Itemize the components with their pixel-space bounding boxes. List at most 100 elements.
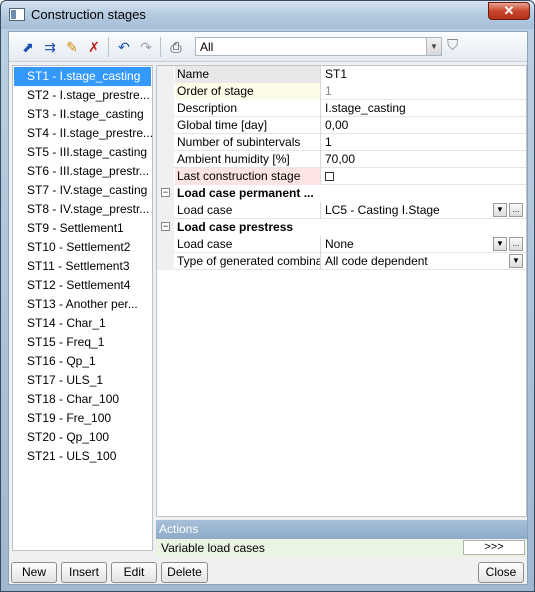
prop-value-subintervals[interactable]: 1 bbox=[322, 134, 526, 151]
row-gutter bbox=[157, 66, 174, 83]
construction-stages-window: Construction stages ✕ ⬈ ⇉ ✎ ✗ ↶ ↷ ⎙ All … bbox=[0, 0, 535, 592]
prop-label: Name bbox=[175, 66, 321, 83]
chevron-down-icon[interactable]: ▼ bbox=[426, 38, 441, 55]
stage-list-item[interactable]: ST16 - Qp_1 bbox=[13, 352, 152, 371]
ellipsis-button[interactable]: ... bbox=[509, 237, 523, 251]
stage-list-item[interactable]: ST3 - II.stage_casting bbox=[13, 105, 152, 124]
last-stage-checkbox[interactable] bbox=[325, 172, 334, 182]
prop-value-combination-type[interactable]: All code dependent ▼ bbox=[322, 253, 526, 270]
prop-label: Last construction stage bbox=[175, 168, 321, 185]
stage-list[interactable]: ST1 - I.stage_casting ST2 - I.stage_prest… bbox=[12, 65, 153, 551]
title-bar: Construction stages ✕ bbox=[1, 1, 534, 29]
row-gutter bbox=[157, 168, 174, 185]
category-value bbox=[322, 185, 526, 202]
close-button[interactable]: Close bbox=[478, 562, 524, 583]
chevron-down-icon[interactable]: ▼ bbox=[509, 254, 523, 268]
prop-label: Ambient humidity [%] bbox=[175, 151, 321, 168]
prop-label: Description bbox=[175, 100, 321, 117]
prop-row-permanent-load-case[interactable]: Load case LC5 - Casting I.Stage ▼ ... bbox=[157, 202, 526, 219]
collapse-icon[interactable]: − bbox=[161, 188, 170, 197]
stage-list-item[interactable]: ST9 - Settlement1 bbox=[13, 219, 152, 238]
stage-list-item[interactable]: ST10 - Settlement2 bbox=[13, 238, 152, 257]
stage-list-item[interactable]: ST1 - I.stage_casting bbox=[14, 67, 151, 86]
prop-row-last-stage[interactable]: Last construction stage bbox=[157, 168, 526, 185]
delete-button[interactable]: Delete bbox=[161, 562, 208, 583]
prop-row-combination-type[interactable]: Type of generated combina... All code de… bbox=[157, 253, 526, 270]
prop-value-global-time[interactable]: 0,00 bbox=[322, 117, 526, 134]
row-gutter bbox=[157, 202, 174, 219]
chevron-down-icon[interactable]: ▼ bbox=[493, 203, 507, 217]
filter-icon[interactable]: ⛉ bbox=[447, 37, 458, 54]
stage-list-item[interactable]: ST8 - IV.stage_prestr... bbox=[13, 200, 152, 219]
stage-list-item[interactable]: ST2 - I.stage_prestre... bbox=[13, 86, 152, 105]
delete-icon[interactable]: ✗ bbox=[85, 38, 103, 56]
stage-list-item[interactable]: ST19 - Fre_100 bbox=[13, 409, 152, 428]
stage-list-item[interactable]: ST13 - Another per... bbox=[13, 295, 152, 314]
prop-value-last-stage[interactable] bbox=[322, 168, 526, 185]
row-gutter: − bbox=[157, 219, 174, 236]
prop-value-humidity[interactable]: 70,00 bbox=[322, 151, 526, 168]
select-icon[interactable]: ⬈ bbox=[19, 38, 37, 56]
prop-value-order: 1 bbox=[325, 84, 332, 98]
prestress-load-case-value: None bbox=[325, 237, 354, 251]
combination-type-value: All code dependent bbox=[325, 254, 428, 268]
prop-label: Load case bbox=[175, 202, 321, 219]
prop-value-description[interactable]: I.stage_casting bbox=[322, 100, 526, 117]
filter-value: All bbox=[200, 40, 214, 54]
prop-row-subintervals[interactable]: Number of subintervals 1 bbox=[157, 134, 526, 151]
variable-load-cases-button[interactable]: >>> bbox=[463, 540, 525, 555]
prop-row-description[interactable]: Description I.stage_casting bbox=[157, 100, 526, 117]
stage-list-item[interactable]: ST12 - Settlement4 bbox=[13, 276, 152, 295]
toolbar: ⬈ ⇉ ✎ ✗ ↶ ↷ ⎙ All ▼ ⛉ bbox=[9, 32, 527, 62]
chevron-down-icon[interactable]: ▼ bbox=[493, 237, 507, 251]
action-variable-load-cases[interactable]: Variable load cases >>> bbox=[156, 539, 527, 557]
match-icon[interactable]: ⇉ bbox=[41, 38, 59, 56]
prop-row-global-time[interactable]: Global time [day] 0,00 bbox=[157, 117, 526, 134]
stage-list-item[interactable]: ST20 - Qp_100 bbox=[13, 428, 152, 447]
prop-row-name[interactable]: Name ST1 bbox=[157, 66, 526, 83]
category-load-case-permanent[interactable]: − Load case permanent ... bbox=[157, 185, 526, 202]
prop-row-order: Order of stage 1 bbox=[157, 83, 526, 100]
undo-icon[interactable]: ↶ bbox=[115, 38, 133, 56]
collapse-icon[interactable]: − bbox=[161, 222, 170, 231]
stage-list-item[interactable]: ST21 - ULS_100 bbox=[13, 447, 152, 466]
stage-list-item[interactable]: ST15 - Freq_1 bbox=[13, 333, 152, 352]
ellipsis-button[interactable]: ... bbox=[509, 203, 523, 217]
category-load-case-prestress[interactable]: − Load case prestress bbox=[157, 219, 526, 236]
prop-label: Global time [day] bbox=[175, 117, 321, 134]
redo-icon[interactable]: ↷ bbox=[137, 38, 155, 56]
prop-label: Load case bbox=[175, 236, 321, 253]
prop-value-name[interactable]: ST1 bbox=[322, 66, 526, 83]
print-icon[interactable]: ⎙ bbox=[167, 38, 185, 56]
stage-list-item[interactable]: ST4 - II.stage_prestre... bbox=[13, 124, 152, 143]
window-icon bbox=[9, 8, 25, 21]
prop-row-humidity[interactable]: Ambient humidity [%] 70,00 bbox=[157, 151, 526, 168]
prop-label: Order of stage bbox=[175, 83, 321, 100]
stage-list-item[interactable]: ST7 - IV.stage_casting bbox=[13, 181, 152, 200]
prop-label: Number of subintervals bbox=[175, 134, 321, 151]
dialog-client-area: ⬈ ⇉ ✎ ✗ ↶ ↷ ⎙ All ▼ ⛉ ST1 - I.stage_cast… bbox=[8, 31, 528, 585]
stage-list-item[interactable]: ST14 - Char_1 bbox=[13, 314, 152, 333]
stage-list-item[interactable]: ST5 - III.stage_casting bbox=[13, 143, 152, 162]
filter-combo[interactable]: All ▼ bbox=[195, 37, 442, 56]
permanent-load-case-value: LC5 - Casting I.Stage bbox=[325, 203, 440, 217]
stage-list-item[interactable]: ST18 - Char_100 bbox=[13, 390, 152, 409]
edit-button[interactable]: Edit bbox=[111, 562, 157, 583]
stage-list-item[interactable]: ST11 - Settlement3 bbox=[13, 257, 152, 276]
row-gutter bbox=[157, 236, 174, 253]
new-button[interactable]: New bbox=[11, 562, 57, 583]
insert-button[interactable]: Insert bbox=[61, 562, 107, 583]
property-grid: Name ST1 Order of stage 1 Description I.… bbox=[156, 65, 527, 517]
edit-icon[interactable]: ✎ bbox=[63, 38, 81, 56]
stage-list-item[interactable]: ST17 - ULS_1 bbox=[13, 371, 152, 390]
prop-value-prestress-load-case[interactable]: None ▼ ... bbox=[322, 236, 526, 253]
prop-label: Type of generated combina... bbox=[177, 253, 321, 270]
row-gutter bbox=[157, 83, 174, 100]
stage-list-item[interactable]: ST6 - III.stage_prestr... bbox=[13, 162, 152, 181]
window-close-button[interactable]: ✕ bbox=[488, 2, 530, 20]
row-gutter bbox=[157, 117, 174, 134]
toolbar-separator bbox=[160, 37, 161, 57]
prop-row-prestress-load-case[interactable]: Load case None ▼ ... bbox=[157, 236, 526, 253]
prop-value-permanent-load-case[interactable]: LC5 - Casting I.Stage ▼ ... bbox=[322, 202, 526, 219]
row-gutter bbox=[157, 253, 174, 270]
